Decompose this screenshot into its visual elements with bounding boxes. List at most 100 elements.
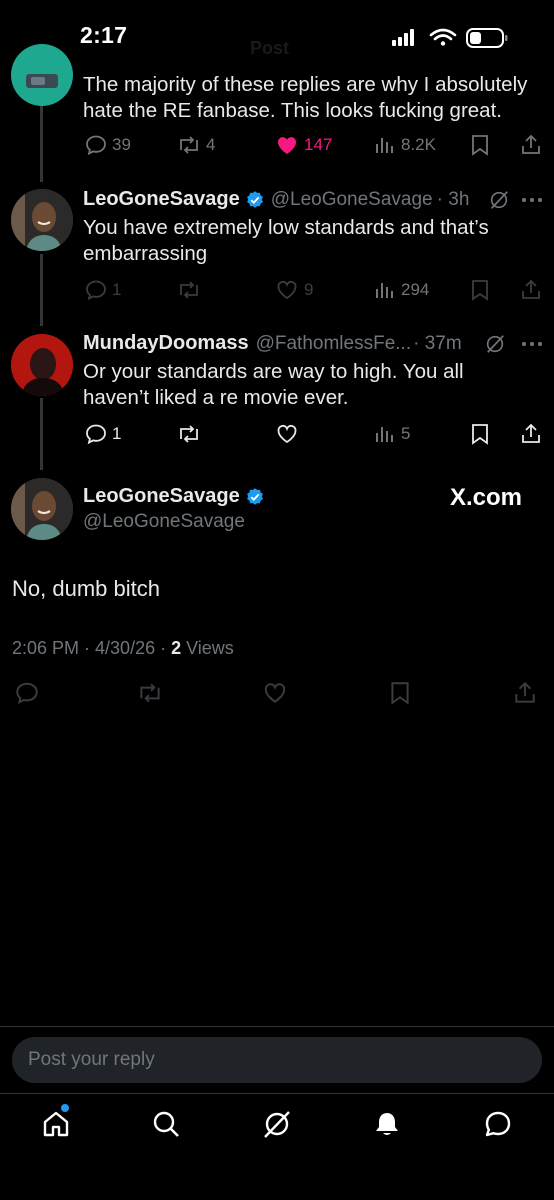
bookmark-button[interactable] (469, 422, 495, 446)
notification-dot (61, 1104, 69, 1112)
nav-home[interactable] (40, 1108, 72, 1140)
like-button[interactable] (274, 422, 304, 446)
grok-icon (490, 191, 508, 209)
grok-button[interactable] (484, 333, 506, 355)
more-button[interactable] (521, 196, 543, 204)
repost-button[interactable] (176, 422, 206, 446)
reply-count: 39 (112, 135, 131, 154)
main-tweet-header: LeoGoneSavage (83, 485, 265, 508)
reply-input[interactable]: Post your reply (12, 1037, 542, 1083)
nav-search[interactable] (150, 1108, 182, 1140)
more-button[interactable] (521, 340, 543, 348)
views-label: Views (181, 638, 234, 658)
share-button[interactable] (519, 422, 547, 446)
reply-count: 1 (112, 280, 122, 299)
share-button[interactable] (519, 278, 547, 302)
main-tweet-text: No, dumb bitch (12, 576, 160, 601)
avatar[interactable] (11, 189, 73, 251)
handle[interactable]: @FathomlessFe... (256, 333, 412, 355)
like-icon (264, 683, 286, 703)
more-icon (522, 198, 542, 202)
divider (0, 1026, 554, 1027)
xcom-watermark: X.com (450, 484, 523, 511)
grok-button[interactable] (488, 189, 510, 211)
reply-icon (16, 682, 38, 705)
grok-icon (264, 1111, 290, 1138)
more-icon (522, 342, 542, 346)
repost-button[interactable] (136, 680, 164, 706)
reply-button[interactable]: 1 (84, 278, 121, 302)
share-button[interactable] (512, 680, 538, 706)
tweet-header: LeoGoneSavage @LeoGoneSavage · 3h (83, 188, 469, 211)
signal-icon (392, 29, 414, 46)
avatar[interactable] (11, 334, 73, 396)
share-icon (522, 423, 540, 443)
tweet-text: You have extremely low standards and tha… (83, 216, 489, 265)
header-title: Post (250, 38, 290, 58)
nav-messages[interactable] (482, 1108, 514, 1140)
thread-line (40, 254, 43, 326)
display-name[interactable]: MundayDoomass (83, 332, 249, 355)
messages-icon (485, 1111, 511, 1137)
reply-count: 1 (112, 424, 122, 443)
battery-icon (466, 28, 508, 48)
repost-button[interactable] (176, 278, 206, 302)
home-icon (43, 1111, 69, 1137)
nav-grok[interactable] (261, 1108, 293, 1140)
views-count: 5 (401, 424, 411, 443)
bookmark-icon (472, 135, 488, 156)
bookmark-button[interactable] (469, 278, 495, 302)
status-icons (392, 26, 514, 50)
bookmark-icon (472, 280, 488, 301)
reply-icon (86, 135, 106, 156)
reply-icon (86, 280, 106, 301)
avatar[interactable] (11, 44, 73, 106)
views-button[interactable]: 5 (373, 422, 410, 446)
tweet-header: MundayDoomass @FathomlessFe... · 37m (83, 332, 462, 355)
display-name[interactable]: LeoGoneSavage (83, 188, 240, 211)
like-button[interactable] (261, 680, 289, 706)
tweet-text: Or your standards are way to high. You a… (83, 360, 464, 409)
status-time: 2:17 (80, 22, 128, 48)
timestamp-text: 2:06 PM · 4/30/26 · (12, 638, 172, 658)
bookmark-icon (391, 682, 409, 705)
like-button[interactable]: 147 (274, 133, 332, 157)
like-button[interactable]: 9 (274, 278, 313, 302)
nav-notifications[interactable] (371, 1108, 403, 1140)
tweet-text: The majority of these replies are why I … (83, 73, 528, 122)
timestamp: · 3h (436, 188, 470, 210)
like-icon (277, 280, 297, 300)
handle[interactable]: @LeoGoneSavage (83, 511, 245, 533)
bookmark-icon (472, 424, 488, 445)
repost-button[interactable]: 4 (176, 133, 215, 157)
search-icon (153, 1111, 179, 1137)
like-icon (277, 137, 297, 154)
notifications-icon (376, 1113, 398, 1135)
reply-button[interactable]: 39 (84, 133, 131, 157)
bookmark-button[interactable] (469, 133, 495, 157)
reply-button[interactable] (14, 680, 40, 706)
reply-button[interactable]: 1 (84, 422, 121, 446)
timestamp: · 37m (413, 332, 462, 354)
share-button[interactable] (519, 133, 547, 157)
reply-icon (86, 424, 106, 445)
views-icon (376, 427, 393, 442)
thread-line (40, 398, 43, 470)
main-tweet-timestamp: 2:06 PM · 4/30/26 · 2 Views (12, 638, 234, 659)
like-icon (277, 424, 297, 444)
share-icon (522, 279, 540, 299)
thread-line (40, 104, 43, 182)
reply-placeholder: Post your reply (28, 1049, 155, 1070)
wifi-icon (429, 28, 457, 46)
share-icon (515, 681, 535, 703)
avatar[interactable] (11, 478, 73, 540)
views-count: 294 (401, 280, 430, 299)
display-name[interactable]: LeoGoneSavage (83, 485, 240, 508)
like-count: 147 (304, 135, 333, 154)
handle[interactable]: @LeoGoneSavage (271, 189, 433, 211)
views-button[interactable]: 8.2K (373, 133, 436, 157)
views-count: 2 (171, 638, 182, 658)
views-button[interactable]: 294 (373, 278, 429, 302)
bookmark-button[interactable] (388, 680, 412, 706)
views-icon (376, 283, 393, 298)
